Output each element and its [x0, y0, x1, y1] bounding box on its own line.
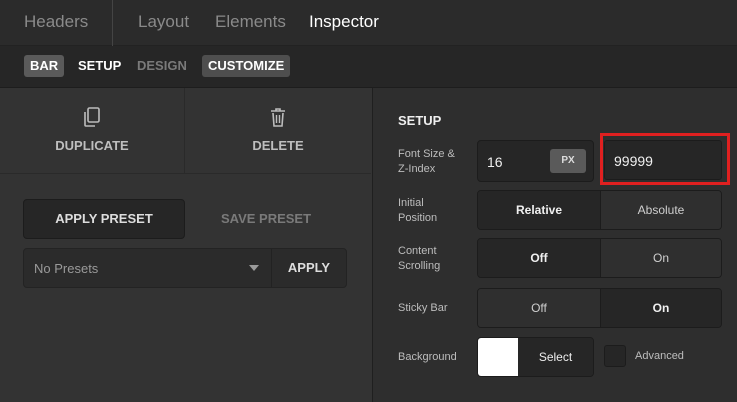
tab-divider	[112, 0, 113, 46]
duplicate-icon	[84, 107, 100, 127]
font-size-label: Font Size & Z-Index	[398, 147, 455, 177]
font-size-value: 16	[487, 154, 503, 170]
tab-elements[interactable]: Elements	[215, 12, 286, 32]
initial-position-label-line1: Initial	[398, 197, 424, 209]
tab-layout[interactable]: Layout	[138, 12, 189, 32]
top-tab-bar: Headers Layout Elements Inspector	[0, 0, 737, 46]
setup-panel: SETUP Font Size & Z-Index 16 PX 99999 Ini…	[372, 88, 737, 402]
content-scrolling-label: Content Scrolling	[398, 244, 440, 274]
advanced-checkbox[interactable]	[604, 345, 626, 367]
scrolling-on-option[interactable]: On	[600, 239, 721, 277]
unit-toggle[interactable]: PX	[550, 149, 586, 173]
sticky-bar-toggle: Off On	[477, 288, 722, 328]
subtab-design[interactable]: DESIGN	[131, 55, 193, 77]
apply-preset-button[interactable]: APPLY PRESET	[23, 199, 185, 239]
duplicate-label: DUPLICATE	[55, 138, 129, 153]
z-index-input[interactable]: 99999	[604, 140, 722, 180]
sticky-bar-label: Sticky Bar	[398, 302, 448, 314]
subtab-customize[interactable]: CUSTOMIZE	[202, 55, 291, 77]
font-size-input[interactable]: 16 PX	[477, 140, 594, 182]
sticky-on-option[interactable]: On	[600, 289, 721, 327]
advanced-label: Advanced	[635, 350, 684, 362]
preset-select[interactable]: No Presets APPLY	[23, 248, 347, 288]
content-scrolling-toggle: Off On	[477, 238, 722, 278]
left-panel: DUPLICATE DELETE APPLY PRESET SAVE PRESE…	[0, 88, 371, 402]
select-color-button[interactable]: Select	[518, 338, 593, 376]
content-scrolling-label-line2: Scrolling	[398, 260, 441, 272]
font-size-label-line1: Font Size &	[398, 148, 455, 160]
background-color-picker[interactable]: Select	[477, 337, 594, 377]
tab-headers[interactable]: Headers	[24, 12, 88, 32]
sub-tab-bar: BAR SETUP DESIGN CUSTOMIZE	[0, 46, 737, 88]
tab-inspector[interactable]: Inspector	[309, 12, 379, 32]
background-label: Background	[398, 351, 457, 363]
subtab-setup[interactable]: SETUP	[72, 55, 127, 77]
duplicate-button[interactable]: DUPLICATE	[0, 88, 185, 174]
apply-button[interactable]: APPLY	[272, 249, 346, 287]
subtab-bar[interactable]: BAR	[24, 55, 65, 77]
absolute-option[interactable]: Absolute	[600, 191, 721, 229]
initial-position-label-line2: Position	[398, 212, 438, 224]
color-swatch	[478, 338, 518, 376]
initial-position-label: Initial Position	[398, 196, 437, 226]
delete-label: DELETE	[252, 138, 304, 153]
chevron-down-icon	[249, 265, 259, 271]
z-index-value: 99999	[614, 153, 653, 169]
relative-option[interactable]: Relative	[478, 191, 600, 229]
sticky-off-option[interactable]: Off	[478, 289, 600, 327]
setup-heading: SETUP	[398, 113, 442, 128]
content-scrolling-label-line1: Content	[398, 245, 437, 257]
trash-icon	[271, 108, 285, 127]
font-size-label-line2: Z-Index	[398, 163, 436, 175]
delete-button[interactable]: DELETE	[185, 88, 371, 174]
save-preset-button[interactable]: SAVE PRESET	[185, 199, 347, 239]
preset-select-value: No Presets	[34, 261, 99, 276]
scrolling-off-option[interactable]: Off	[478, 239, 600, 277]
initial-position-toggle: Relative Absolute	[477, 190, 722, 230]
